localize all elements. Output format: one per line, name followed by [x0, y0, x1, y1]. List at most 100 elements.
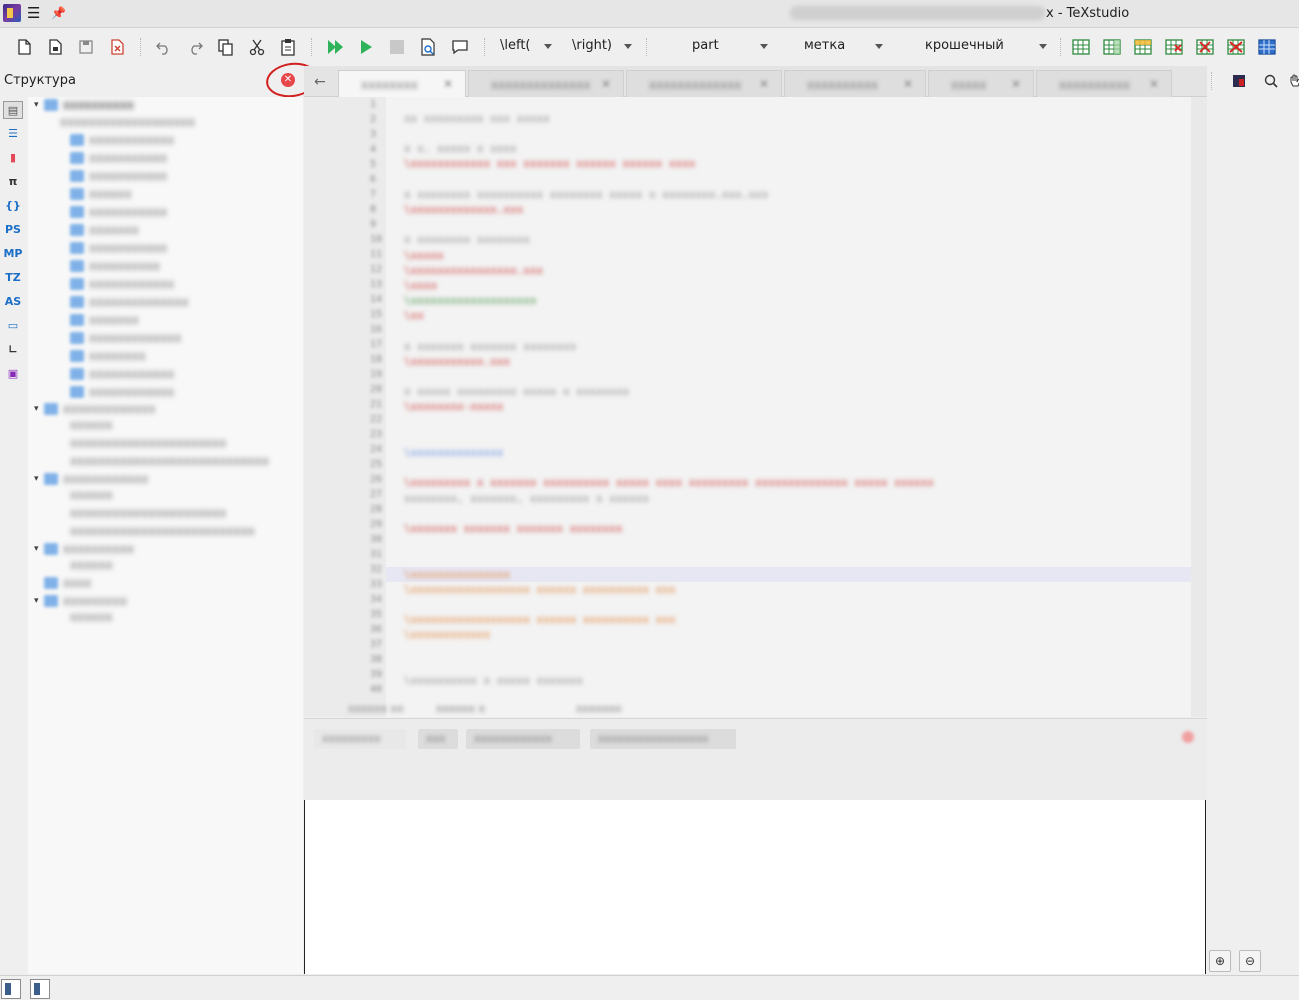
compile-icon[interactable]: [356, 37, 376, 57]
tree-item[interactable]: xxxxxxxxxxx: [70, 168, 167, 186]
table-icon[interactable]: [1071, 37, 1091, 57]
save-icon[interactable]: [76, 37, 96, 57]
tab-4[interactable]: xxxxxxxxxx ✕: [784, 70, 926, 97]
texstudio-app-icon[interactable]: [3, 4, 21, 22]
tikz-icon[interactable]: TZ: [3, 269, 23, 287]
new-file-icon[interactable]: [14, 37, 34, 57]
tree-item[interactable]: xxxxxxxxxx: [70, 258, 160, 276]
tab-1[interactable]: xxxxxxxx ✕: [338, 70, 466, 97]
code-line: \xxxxxxxxxxx.xxx: [404, 355, 510, 368]
table-delete-icon[interactable]: [1226, 37, 1246, 57]
tab-search-results[interactable]: xxxxxxxxxxxxxxxxx: [590, 729, 736, 749]
tree-item[interactable]: xxxxxx: [70, 609, 113, 627]
toc-icon[interactable]: ☰: [3, 125, 23, 143]
section-combo[interactable]: part: [660, 35, 772, 57]
tree-item[interactable]: xxxxxxx: [70, 312, 139, 330]
tree-item[interactable]: xxxxxxxx: [70, 348, 146, 366]
right-delimiter-combo[interactable]: \right): [572, 35, 636, 57]
tab-messages[interactable]: xxxxxxxxx: [314, 729, 406, 749]
code-line: x xxxxxxx xxxxxxx xxxxxxxx: [404, 340, 577, 353]
tree-item[interactable]: xxxxxxxxxxxx: [70, 132, 174, 150]
pstricks-icon[interactable]: PS: [3, 221, 23, 239]
tab-3[interactable]: xxxxxxxxxxxxx ✕: [626, 70, 782, 97]
tab-6[interactable]: xxxxxxxxxx ✕: [1036, 70, 1172, 97]
hand-icon[interactable]: [1287, 73, 1299, 89]
code-line: \xxxxxxxxxxxxx.xxx: [404, 203, 524, 216]
tree-item[interactable]: xxxxxxxxxxxxxxxxxxxxxx: [70, 505, 226, 523]
tree-root[interactable]: ▾ xxxxxxxxxx: [34, 97, 134, 115]
editor-status-line: xxxxxx xx xxxxxx x xxxxxxx: [348, 702, 622, 715]
table-remove-row-icon[interactable]: [1195, 37, 1215, 57]
toggle-sidebar-icon[interactable]: [1, 979, 21, 999]
math-symbols-icon[interactable]: π: [3, 173, 23, 191]
pdf-icon[interactable]: [1231, 73, 1247, 89]
tree-item[interactable]: xxxxxxxxxxxxx: [70, 330, 181, 348]
tab-scroll-left-icon[interactable]: ←: [314, 74, 326, 90]
user-commands-icon[interactable]: ▣: [3, 365, 23, 383]
view-pdf-icon[interactable]: [418, 37, 438, 57]
label-combo[interactable]: метка: [790, 35, 886, 57]
tree-item[interactable]: xxxx: [44, 575, 91, 593]
tree-item[interactable]: xxxxxxxxxxxx: [70, 366, 174, 384]
comment-icon[interactable]: [450, 37, 470, 57]
pin-icon[interactable]: 📌: [51, 5, 66, 21]
structure-tree[interactable]: ▾ xxxxxxxxxx xxxxxxxxxxxxxxxxxxx xxxxxxxx…: [28, 97, 303, 974]
tree-item[interactable]: xxxxxx: [70, 186, 132, 204]
hamburger-menu-icon[interactable]: ☰: [27, 5, 41, 21]
editor-tabbar: ← xxxxxxxx ✕ xxxxxxxxxxxxxx ✕ xxxxxxxxxxxx…: [304, 66, 1207, 97]
cut-icon[interactable]: [247, 37, 267, 57]
title-bar: ☰ 📌 x - TeXstudio: [0, 0, 1299, 28]
table-add-row-icon[interactable]: [1133, 37, 1153, 57]
stop-icon[interactable]: [387, 37, 407, 57]
editor-scrollbar[interactable]: [1191, 97, 1207, 717]
table-align-icon[interactable]: [1257, 37, 1277, 57]
brackets-icon[interactable]: {}: [3, 197, 23, 215]
toggle-panel-icon[interactable]: [30, 979, 50, 999]
axis-icon[interactable]: ∟: [3, 341, 23, 359]
structure-panel-title: Структура: [4, 73, 76, 88]
code-editor[interactable]: xx xxxxxxxxx xxx xxxxx x x. xxxxx x xxxx \…: [304, 97, 1207, 717]
table-remove-col-icon[interactable]: [1164, 37, 1184, 57]
close-icon[interactable]: [1182, 731, 1194, 743]
font-size-combo[interactable]: крошечный: [905, 35, 1051, 57]
zoom-in-icon[interactable]: ⊕: [1209, 950, 1231, 972]
tab-preview[interactable]: xxxxxxxxxxxx: [466, 729, 580, 749]
line-number: 20: [370, 384, 383, 395]
tab-2[interactable]: xxxxxxxxxxxxxx ✕: [468, 70, 624, 97]
undo-icon[interactable]: [154, 37, 174, 57]
redo-icon[interactable]: [185, 37, 205, 57]
tree-item[interactable]: xxxxxxxxxxxxxxxxxxx: [60, 114, 195, 132]
tree-item[interactable]: xxxxxx: [70, 417, 113, 435]
tree-item[interactable]: xxxxxxxxxxx: [70, 240, 167, 258]
asymptote-icon[interactable]: AS: [3, 293, 23, 311]
paste-icon[interactable]: [278, 37, 298, 57]
bookmark-icon[interactable]: ▮: [3, 149, 23, 167]
new-from-template-icon[interactable]: [45, 37, 65, 57]
tab-log[interactable]: xxx: [418, 729, 458, 749]
build-and-view-icon[interactable]: [325, 37, 345, 57]
tree-item[interactable]: xxxxxxxxxxxxxxxxxxxxxxxxxxxx: [70, 453, 269, 471]
metapost-icon[interactable]: MP: [3, 245, 23, 263]
pdf-viewer-area[interactable]: [305, 800, 1205, 974]
zoom-out-icon[interactable]: ⊖: [1239, 950, 1261, 972]
search-icon[interactable]: [1263, 73, 1279, 89]
tree-item[interactable]: xxxxxx: [70, 557, 113, 575]
tree-item[interactable]: xxxxxxxxxxxxxx: [70, 294, 188, 312]
tab-5[interactable]: xxxxx ✕: [928, 70, 1034, 97]
table-add-col-icon[interactable]: [1102, 37, 1122, 57]
tree-item[interactable]: xxxxxxxxxxx: [70, 150, 167, 168]
tree-item[interactable]: xxxxxxxxxxxxxxxxxxxxxx: [70, 435, 226, 453]
code-line: \xxxx: [404, 279, 438, 292]
tree-item[interactable]: xxxxxxxxxxx: [70, 204, 167, 222]
close-file-icon[interactable]: [107, 37, 127, 57]
window-title: x - TeXstudio: [1046, 6, 1130, 21]
tree-item[interactable]: xxxxxxxxxxxx: [70, 384, 174, 402]
tree-item[interactable]: xxxxxxx: [70, 222, 139, 240]
copy-icon[interactable]: [215, 37, 235, 57]
tree-item[interactable]: xxxxxxxxxxxxxxxxxxxxxxxxxx: [70, 523, 255, 541]
structure-icon[interactable]: ▤: [3, 101, 23, 119]
tree-item[interactable]: xxxxxxxxxxxx: [70, 276, 174, 294]
left-delimiter-combo[interactable]: \left(: [500, 35, 556, 57]
beamer-icon[interactable]: ▭: [3, 317, 23, 335]
tree-item[interactable]: xxxxxx: [70, 487, 113, 505]
